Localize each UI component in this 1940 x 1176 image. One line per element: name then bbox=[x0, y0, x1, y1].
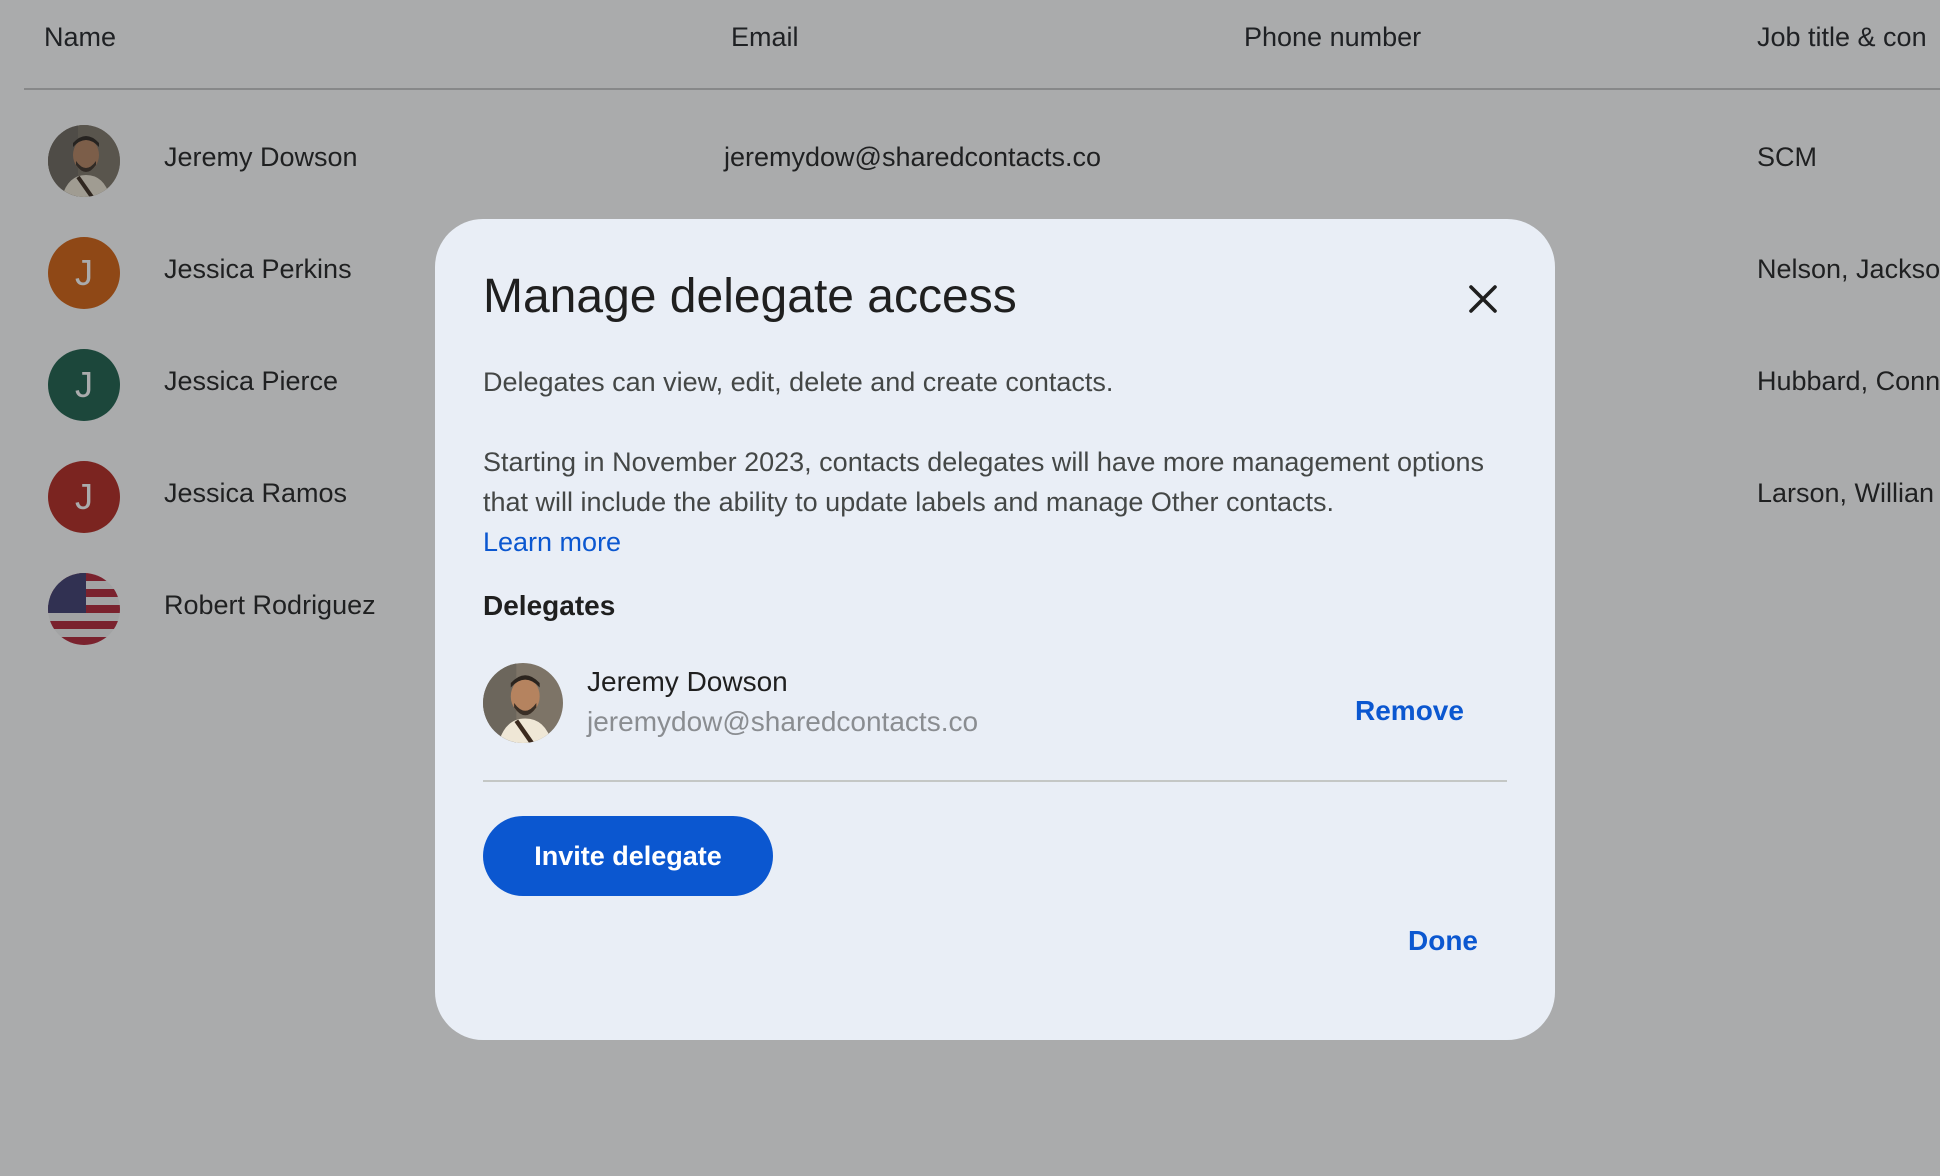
close-button[interactable] bbox=[1459, 275, 1507, 323]
remove-delegate-button[interactable]: Remove bbox=[1355, 695, 1464, 727]
notice-text: Starting in November 2023, contacts dele… bbox=[483, 447, 1485, 517]
close-icon bbox=[1469, 285, 1497, 313]
learn-more-link[interactable]: Learn more bbox=[483, 527, 621, 557]
person-photo-icon bbox=[483, 663, 563, 743]
dialog-title: Manage delegate access bbox=[483, 270, 1017, 323]
done-button[interactable]: Done bbox=[1408, 925, 1478, 957]
delegates-heading: Delegates bbox=[483, 590, 616, 621]
delegate-email: jeremydow@sharedcontacts.co bbox=[587, 706, 979, 737]
invite-delegate-button[interactable]: Invite delegate bbox=[483, 816, 773, 896]
delegate-name: Jeremy Dowson bbox=[587, 666, 788, 697]
divider bbox=[483, 780, 1507, 782]
avatar bbox=[483, 663, 563, 743]
dialog-notice: Starting in November 2023, contacts dele… bbox=[483, 442, 1503, 562]
manage-delegate-dialog: Manage delegate access Delegates can vie… bbox=[435, 219, 1555, 1040]
dialog-description: Delegates can view, edit, delete and cre… bbox=[483, 367, 1114, 397]
